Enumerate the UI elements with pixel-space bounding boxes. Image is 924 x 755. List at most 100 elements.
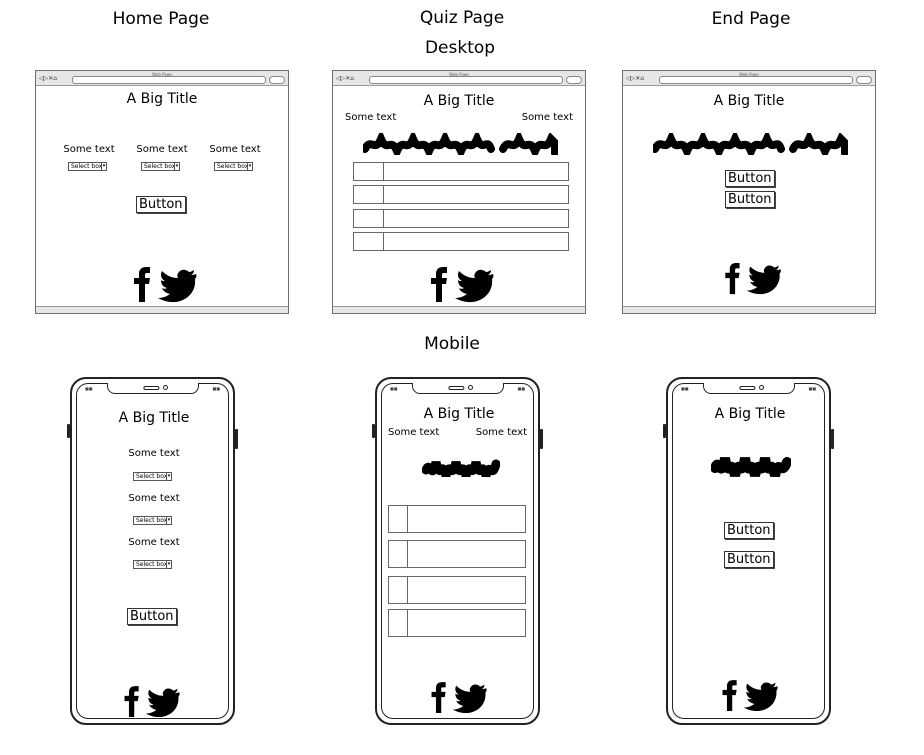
status-bar-left: ■■ xyxy=(85,386,93,391)
phone-side-button xyxy=(235,429,238,449)
answer-checkbox[interactable] xyxy=(354,163,384,180)
twitter-icon xyxy=(145,688,180,718)
answer-checkbox[interactable] xyxy=(354,210,384,227)
mobile-quiz-wireframe: ■■ ■■ A Big Title Some text Some text xyxy=(372,377,543,725)
facebook-icon xyxy=(722,680,737,711)
button[interactable]: Button xyxy=(724,551,774,568)
page-title: A Big Title xyxy=(714,406,786,422)
button[interactable]: Button xyxy=(725,191,775,208)
some-text-label: Some text xyxy=(128,448,180,459)
answer-option[interactable] xyxy=(353,209,569,228)
phone-screen: ■■ ■■ A Big Title Some text Some text xyxy=(381,383,534,719)
status-bar-left: ■■ xyxy=(390,386,398,391)
select-box[interactable]: Select box ▾ xyxy=(133,560,172,569)
some-text-label: Some text xyxy=(128,493,180,504)
twitter-icon xyxy=(158,269,197,303)
answer-option[interactable] xyxy=(388,540,526,568)
social-icons xyxy=(124,686,180,718)
answer-option[interactable] xyxy=(388,505,526,533)
some-text-label: Some text xyxy=(521,112,573,123)
chevron-down-icon: ▾ xyxy=(101,163,106,170)
twitter-icon xyxy=(743,682,778,712)
social-icons xyxy=(725,263,781,295)
phone-notch xyxy=(702,383,795,394)
camera-icon xyxy=(758,385,764,390)
chevron-down-icon: ▾ xyxy=(166,561,171,568)
some-text-label: Some text xyxy=(388,427,440,438)
button[interactable]: Button xyxy=(127,608,177,625)
facebook-icon xyxy=(124,686,139,717)
answer-option[interactable] xyxy=(388,576,526,604)
some-text-label: Some text xyxy=(128,537,180,548)
status-bar-right: ■■ xyxy=(517,386,525,391)
select-box[interactable]: Select box ▾ xyxy=(141,162,180,171)
answer-option[interactable] xyxy=(353,185,569,204)
phone-notch xyxy=(411,383,504,394)
answer-checkbox[interactable] xyxy=(389,610,408,636)
page-title: A Big Title xyxy=(118,410,190,426)
select-box-label: Select box xyxy=(136,473,168,480)
answer-option[interactable] xyxy=(388,609,526,637)
speaker-icon xyxy=(142,386,159,390)
header-home-page: Home Page xyxy=(112,9,210,29)
browser-nav-icons: ◁▷✕⌂ xyxy=(336,75,355,82)
browser-url-bar xyxy=(369,76,563,84)
select-box[interactable]: Select box ▾ xyxy=(133,516,172,525)
facebook-icon xyxy=(431,682,446,713)
chevron-down-icon: ▾ xyxy=(166,517,171,524)
answer-option[interactable] xyxy=(353,162,569,181)
some-text-label: Some text xyxy=(209,144,261,155)
mobile-home-wireframe: ■■ ■■ A Big Title Some text Select box ▾ … xyxy=(67,377,238,725)
browser-search-field xyxy=(269,76,285,84)
answer-checkbox[interactable] xyxy=(354,186,384,203)
page-title: A Big Title xyxy=(423,93,495,109)
phone-side-button xyxy=(540,429,543,449)
social-icons xyxy=(431,682,487,714)
twitter-icon xyxy=(455,269,494,303)
answer-option[interactable] xyxy=(353,232,569,251)
select-box[interactable]: Select box ▾ xyxy=(133,472,172,481)
social-icons xyxy=(134,267,197,303)
header-mobile: Mobile xyxy=(424,334,480,354)
status-bar-left: ■■ xyxy=(681,386,689,391)
page-title: A Big Title xyxy=(713,93,785,109)
phone-notch xyxy=(106,383,199,394)
header-desktop: Desktop xyxy=(424,38,496,58)
browser-toolbar: Web Page ◁▷✕⌂ xyxy=(623,71,875,86)
button[interactable]: Button xyxy=(725,170,775,187)
answer-checkbox[interactable] xyxy=(389,541,408,567)
camera-icon xyxy=(162,385,168,390)
browser-search-field xyxy=(856,76,872,84)
page-title: A Big Title xyxy=(423,406,495,422)
some-text-label: Some text xyxy=(63,144,115,155)
desktop-quiz-wireframe: Web Page ◁▷✕⌂ A Big Title Some text Some… xyxy=(332,70,586,314)
answer-checkbox[interactable] xyxy=(389,577,408,603)
phone-side-button xyxy=(663,424,666,438)
button[interactable]: Button xyxy=(136,196,186,213)
mobile-end-wireframe: ■■ ■■ A Big Title Button Button xyxy=(663,377,834,725)
select-box[interactable]: Select box ▾ xyxy=(68,162,107,171)
select-box[interactable]: Select box ▾ xyxy=(214,162,253,171)
select-box-label: Select box xyxy=(136,561,168,568)
some-text-label: Some text xyxy=(136,144,188,155)
button[interactable]: Button xyxy=(724,522,774,539)
browser-status-bar xyxy=(623,306,875,313)
answer-checkbox[interactable] xyxy=(389,506,408,532)
twitter-icon xyxy=(452,684,487,714)
phone-side-button xyxy=(67,424,70,438)
speaker-icon xyxy=(738,386,755,390)
answer-checkbox[interactable] xyxy=(354,233,384,250)
browser-toolbar: Web Page ◁▷✕⌂ xyxy=(36,71,288,86)
phone-screen: ■■ ■■ A Big Title Button Button xyxy=(672,383,825,719)
facebook-icon xyxy=(431,267,447,302)
phone-side-button xyxy=(372,424,375,438)
select-box-label: Select box xyxy=(71,163,103,170)
chevron-down-icon: ▾ xyxy=(247,163,252,170)
phone-screen: ■■ ■■ A Big Title Some text Select box ▾ … xyxy=(76,383,229,719)
desktop-end-wireframe: Web Page ◁▷✕⌂ A Big Title Button Button xyxy=(622,70,876,314)
desktop-home-wireframe: Web Page ◁▷✕⌂ A Big Title Some text Some… xyxy=(35,70,289,314)
scribble-placeholder xyxy=(363,133,558,155)
scribble-placeholder xyxy=(422,459,500,478)
some-text-label: Some text xyxy=(345,112,397,123)
speaker-icon xyxy=(447,386,464,390)
